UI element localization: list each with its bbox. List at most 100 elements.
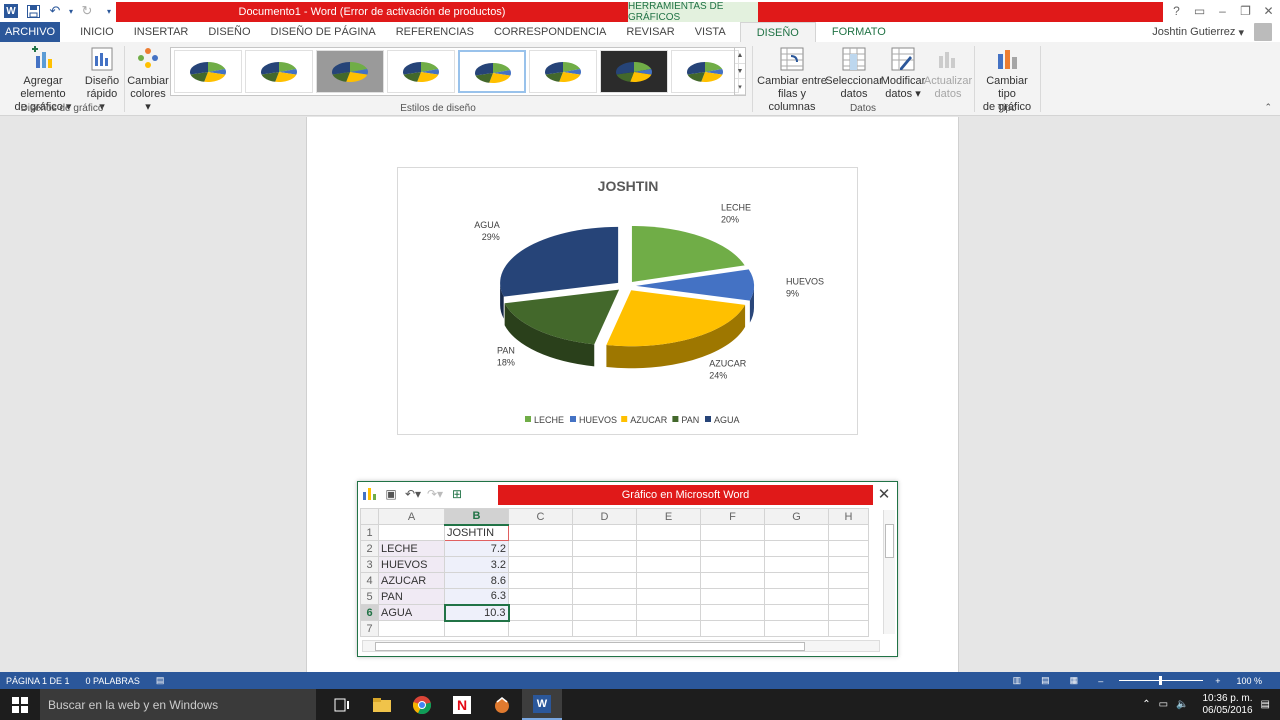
cell[interactable]: [508, 540, 573, 557]
cell[interactable]: [764, 540, 829, 557]
category-cell[interactable]: PAN: [378, 588, 445, 605]
data-label-category[interactable]: HUEVOS: [786, 276, 824, 286]
zoom-level[interactable]: 100 %: [1236, 676, 1262, 686]
category-cell[interactable]: LECHE: [378, 540, 445, 557]
tab-correspondencia[interactable]: CORRESPONDENCIA: [484, 22, 616, 42]
cell[interactable]: [508, 604, 573, 621]
restore-icon[interactable]: ❐: [1234, 0, 1257, 22]
category-cell[interactable]: HUEVOS: [378, 556, 445, 573]
category-cell[interactable]: AZUCAR: [378, 572, 445, 589]
zoom-out-icon[interactable]: –: [1098, 676, 1103, 686]
category-cell[interactable]: AGUA: [378, 604, 445, 621]
refresh-data-button[interactable]: Actualizar datos: [924, 46, 972, 101]
cell[interactable]: [828, 524, 869, 541]
word-app-icon[interactable]: W: [0, 0, 22, 22]
column-header[interactable]: C: [508, 508, 573, 525]
column-header[interactable]: G: [764, 508, 829, 525]
cell[interactable]: [508, 556, 573, 573]
netflix-icon[interactable]: N: [442, 689, 482, 720]
select-data-button[interactable]: Seleccionar datos: [825, 46, 883, 101]
data-label-category[interactable]: AGUA: [474, 220, 500, 230]
row-header[interactable]: 3: [360, 556, 379, 573]
series-header-cell[interactable]: JOSHTIN: [444, 524, 509, 541]
cell[interactable]: [636, 524, 701, 541]
chart-style-6[interactable]: [529, 50, 597, 93]
gallery-down-icon[interactable]: ▼: [735, 64, 745, 80]
chrome-icon[interactable]: [402, 689, 442, 720]
legend[interactable]: LECHE HUEVOS AZUCAR PAN AGUA: [525, 415, 740, 425]
tab-revisar[interactable]: REVISAR: [616, 22, 684, 42]
cell[interactable]: [700, 620, 765, 637]
redo-icon[interactable]: ↻: [76, 0, 98, 22]
column-header[interactable]: H: [828, 508, 869, 525]
minimize-icon[interactable]: –: [1211, 0, 1234, 22]
cell[interactable]: [636, 588, 701, 605]
cell[interactable]: [700, 556, 765, 573]
row-header[interactable]: 7: [360, 620, 379, 637]
cell[interactable]: [508, 572, 573, 589]
tab-vista[interactable]: VISTA: [685, 22, 736, 42]
column-header[interactable]: E: [636, 508, 701, 525]
page-count[interactable]: PÁGINA 1 DE 1: [6, 676, 70, 686]
cell[interactable]: [636, 572, 701, 589]
cell[interactable]: [828, 540, 869, 557]
cell[interactable]: [700, 588, 765, 605]
file-explorer-icon[interactable]: [362, 689, 402, 720]
cell[interactable]: [444, 620, 509, 637]
avatar[interactable]: [1254, 23, 1272, 41]
web-layout-icon[interactable]: ▦: [1070, 675, 1079, 686]
cell[interactable]: [636, 620, 701, 637]
cell[interactable]: [508, 588, 573, 605]
tab-formato[interactable]: FORMATO: [816, 22, 902, 42]
network-icon[interactable]: ▭: [1159, 699, 1168, 710]
cell[interactable]: [508, 620, 573, 637]
tab-diseno-pagina[interactable]: DISEÑO DE PÁGINA: [261, 22, 386, 42]
horizontal-scrollbar[interactable]: [362, 640, 880, 652]
value-cell[interactable]: 7.2: [444, 540, 509, 557]
taskbar-search[interactable]: Buscar en la web y en Windows: [40, 689, 316, 720]
chart-style-4[interactable]: [387, 50, 455, 93]
chart-object[interactable]: JOSHTIN LECHE 20% HUEVOS 9% AZUCAR 24% PAN 18% A…: [397, 167, 858, 435]
row-header[interactable]: 1: [360, 524, 379, 541]
tab-archivo[interactable]: ARCHIVO: [0, 22, 61, 42]
column-header[interactable]: D: [572, 508, 637, 525]
value-cell[interactable]: 3.2: [444, 556, 509, 573]
cell[interactable]: [764, 588, 829, 605]
data-label-percent[interactable]: 9%: [786, 288, 799, 298]
chart-style-1[interactable]: [174, 50, 242, 93]
cell[interactable]: [572, 524, 637, 541]
volume-icon[interactable]: 🔈: [1176, 699, 1188, 710]
data-label-percent[interactable]: 24%: [709, 370, 727, 380]
cell[interactable]: [700, 540, 765, 557]
cell[interactable]: [572, 556, 637, 573]
collapse-ribbon-icon[interactable]: ⌃: [1264, 102, 1272, 113]
notification-icon[interactable]: ▤: [1261, 699, 1270, 710]
cell[interactable]: [828, 604, 869, 621]
print-layout-icon[interactable]: ▤: [1041, 675, 1050, 686]
column-header[interactable]: A: [378, 508, 445, 525]
cell[interactable]: [378, 620, 445, 637]
data-label-percent[interactable]: 18%: [497, 358, 515, 368]
app-icon[interactable]: [482, 689, 522, 720]
scroll-thumb[interactable]: [885, 524, 894, 558]
row-header[interactable]: 4: [360, 572, 379, 589]
cell[interactable]: [572, 540, 637, 557]
cell[interactable]: [828, 588, 869, 605]
chart-style-5[interactable]: [458, 50, 526, 93]
proofing-icon[interactable]: ▤: [156, 675, 165, 686]
scroll-thumb[interactable]: [375, 642, 805, 651]
tab-diseno[interactable]: DISEÑO: [198, 22, 260, 42]
cell[interactable]: [764, 572, 829, 589]
cell[interactable]: [572, 620, 637, 637]
tab-inicio[interactable]: INICIO: [70, 22, 124, 42]
save-icon[interactable]: ▣: [380, 483, 402, 505]
help-icon[interactable]: ?: [1165, 0, 1188, 22]
cell[interactable]: [700, 604, 765, 621]
legend-item[interactable]: LECHE: [525, 415, 564, 425]
cell[interactable]: [636, 604, 701, 621]
undo-icon[interactable]: ↶: [44, 0, 66, 22]
zoom-in-icon[interactable]: +: [1215, 676, 1220, 686]
cell[interactable]: [572, 588, 637, 605]
legend-item[interactable]: AZUCAR: [621, 415, 668, 425]
legend-item[interactable]: HUEVOS: [570, 415, 617, 425]
